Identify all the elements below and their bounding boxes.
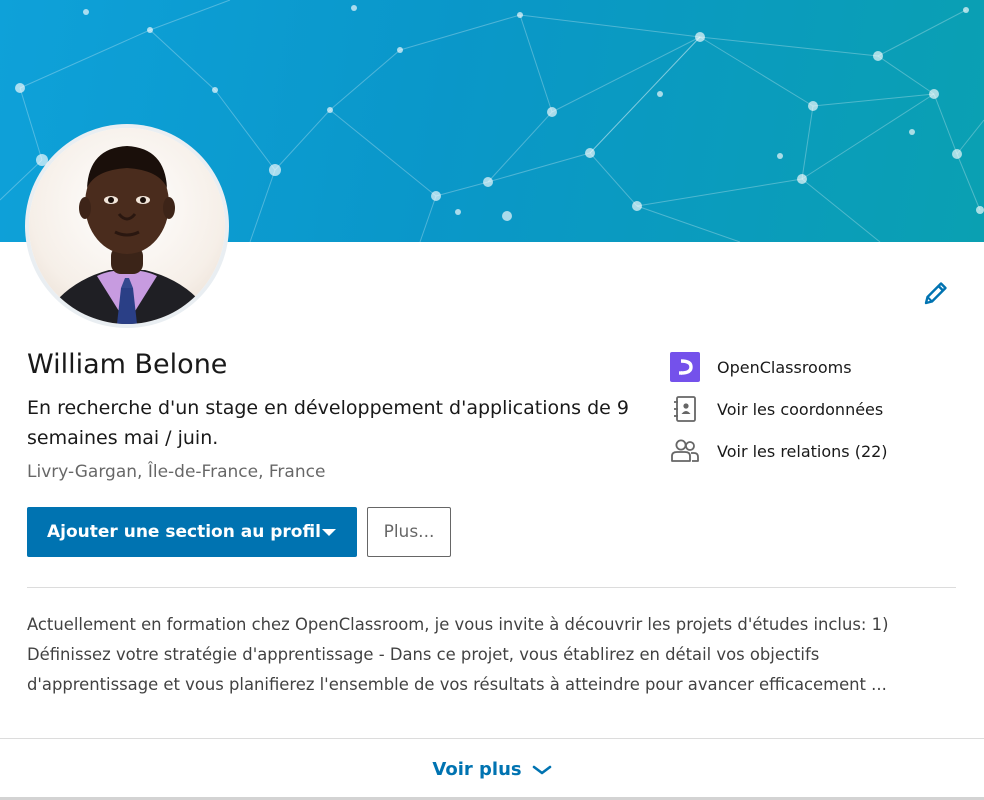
- connections-link[interactable]: Voir les relations (22): [670, 436, 970, 466]
- contact-info-label: Voir les coordonnées: [717, 399, 884, 419]
- chevron-down-icon: [532, 765, 551, 774]
- profile-name: William Belone: [27, 349, 228, 380]
- more-button[interactable]: Plus...: [367, 507, 451, 557]
- openclassrooms-logo-icon: [670, 352, 700, 382]
- profile-photo: [29, 128, 225, 324]
- connections-label: Voir les relations (22): [717, 441, 888, 461]
- school-link[interactable]: OpenClassrooms: [670, 352, 970, 382]
- add-profile-section-button[interactable]: Ajouter une section au profil: [27, 507, 357, 557]
- profile-avatar[interactable]: [29, 128, 225, 324]
- contact-info-link[interactable]: Voir les coordonnées: [670, 394, 970, 424]
- see-more-label: Voir plus: [432, 759, 522, 780]
- contact-card-icon: [674, 396, 696, 422]
- caret-down-icon: [322, 529, 336, 536]
- summary-line: Actuellement en formation chez OpenClass…: [27, 615, 889, 634]
- profile-card: William Belone En recherche d'un stage e…: [0, 0, 984, 800]
- more-button-label: Plus...: [383, 522, 435, 542]
- see-more-button[interactable]: Voir plus: [0, 739, 984, 800]
- profile-headline: En recherche d'un stage en développement…: [27, 397, 629, 449]
- edit-profile-button[interactable]: [920, 277, 952, 309]
- people-icon: [671, 439, 699, 462]
- summary-line: Définissez votre stratégie d'apprentissa…: [27, 645, 820, 664]
- section-divider: [27, 587, 956, 588]
- add-profile-section-label: Ajouter une section au profil: [47, 522, 321, 542]
- profile-summary: Actuellement en formation chez OpenClass…: [27, 610, 967, 700]
- profile-location: Livry-Gargan, Île-de-France, France: [27, 462, 326, 482]
- summary-line: d'apprentissage et vous planifierez l'en…: [27, 675, 887, 694]
- school-link-label: OpenClassrooms: [717, 357, 852, 377]
- profile-side-links: OpenClassrooms Voir les coordonnées Voir…: [670, 352, 970, 478]
- pencil-icon: [924, 282, 947, 305]
